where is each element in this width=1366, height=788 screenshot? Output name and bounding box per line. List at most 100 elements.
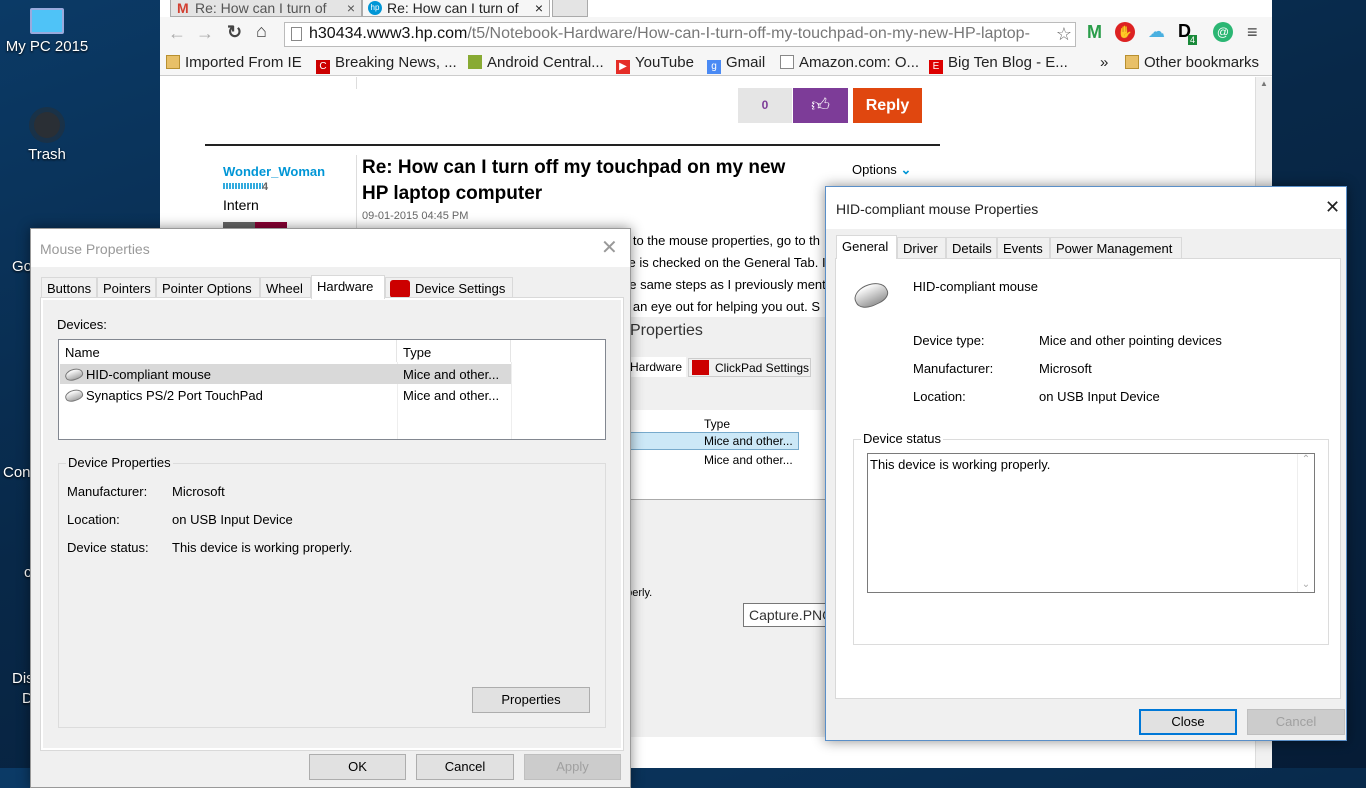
column-header-type[interactable]: Type — [397, 340, 511, 362]
bookmarks-overflow[interactable]: » — [1100, 54, 1108, 71]
post-title: Re: How can I turn off my touchpad on my… — [362, 157, 786, 204]
scrollbar[interactable]: ⌃ ⌄ — [1297, 454, 1314, 592]
close-icon[interactable]: ✕ — [1325, 197, 1340, 218]
reply-button[interactable]: Reply — [853, 88, 922, 123]
chevron-down-icon: ⌄ — [900, 162, 912, 177]
dialog-title: Mouse Properties — [40, 241, 150, 257]
desktop-icon-partial[interactable]: Con — [3, 464, 31, 481]
forward-icon[interactable]: → — [196, 23, 214, 44]
bookmarks-bar: Imported From IE C Breaking News, ... And… — [160, 51, 1272, 76]
bookmark-gmail[interactable]: g Gmail — [707, 54, 765, 74]
page-icon — [291, 27, 302, 41]
device-name: HID-compliant mouse — [913, 279, 1038, 294]
general-panel: HID-compliant mouse Device type: Mice an… — [835, 258, 1341, 699]
devices-list[interactable]: Name Type HID-compliant mouse Mice and o… — [58, 339, 606, 440]
post-date: 09-01-2015 04:45 PM — [362, 210, 469, 222]
tab-hp[interactable]: hp Re: How can I turn of × — [362, 0, 550, 17]
tab-pointers[interactable]: Pointers — [97, 277, 156, 299]
mouse-icon — [850, 277, 892, 313]
tab-details[interactable]: Details — [946, 237, 997, 259]
tab-driver[interactable]: Driver — [897, 237, 946, 259]
tab-device-settings[interactable]: Device Settings — [385, 277, 513, 299]
cancel-button[interactable]: Cancel — [416, 754, 514, 780]
bookmark-cnn[interactable]: C Breaking News, ... — [316, 54, 457, 74]
tab-hardware[interactable]: Hardware — [311, 275, 385, 299]
tab-pointer-options[interactable]: Pointer Options — [156, 277, 260, 299]
kudo-button[interactable]: 👍︎ — [793, 88, 848, 123]
google-icon: g — [707, 60, 721, 74]
apply-button[interactable]: Apply — [524, 754, 621, 780]
options-menu[interactable]: Options ⌄ — [852, 162, 911, 178]
bookmark-bigten[interactable]: E Big Ten Blog - E... — [929, 54, 1068, 74]
home-icon[interactable]: ⌂ — [256, 21, 267, 42]
device-row-selected[interactable]: HID-compliant mouse Mice and other... — [60, 364, 511, 384]
new-tab-button[interactable] — [552, 0, 588, 17]
folder-icon — [1125, 55, 1139, 69]
close-button[interactable]: Close — [1139, 709, 1237, 735]
trash-icon — [34, 112, 60, 138]
address-bar[interactable]: h30434.www3.hp.com/t5/Notebook-Hardware/… — [284, 22, 1076, 47]
bookmark-star-icon[interactable]: ☆ — [1055, 24, 1072, 45]
post-body: o to the mouse properties, go to th se is… — [622, 233, 826, 314]
bookmark-android[interactable]: Android Central... — [468, 54, 604, 71]
dialog-title: HID-compliant mouse Properties — [836, 201, 1039, 217]
bookmark-amazon[interactable]: Amazon.com: O... — [780, 54, 919, 71]
author-rank: Intern — [223, 197, 259, 213]
devices-label: Devices: — [57, 317, 107, 332]
thumbs-up-icon: 👍︎ — [811, 95, 830, 115]
rank-bar — [223, 183, 263, 189]
extension-grammarly-icon[interactable]: @ — [1213, 22, 1233, 42]
mouse-icon — [63, 366, 85, 383]
mouse-properties-dialog: Mouse Properties ✕ Buttons Pointers Poin… — [30, 228, 631, 788]
tab-gmail[interactable]: M Re: How can I turn of × — [170, 0, 362, 17]
tab-power-management[interactable]: Power Management — [1050, 237, 1182, 259]
tab-buttons[interactable]: Buttons — [41, 277, 97, 299]
author-link[interactable]: Wonder_Woman — [223, 164, 325, 179]
extension-badge: 4 — [1188, 35, 1198, 45]
rank-level: 4 — [262, 181, 269, 193]
android-icon — [468, 55, 482, 69]
desktop-icon-my-pc[interactable]: My PC 2015 — [2, 8, 92, 55]
toolbar: ← → ↻ ⌂ h30434.www3.hp.com/t5/Notebook-H… — [160, 17, 1272, 51]
close-tab-icon[interactable]: × — [535, 0, 543, 16]
synaptics-icon — [390, 280, 410, 298]
youtube-icon: ▶ — [616, 60, 630, 74]
device-properties-group: Device Properties Manufacturer: Microsof… — [58, 455, 606, 728]
desktop-icon-partial[interactable]: Go — [12, 258, 32, 275]
column-header-name[interactable]: Name — [59, 340, 397, 362]
kudos-count: 0 — [738, 88, 792, 123]
device-status-textarea[interactable]: This device is working properly. ⌃ ⌄ — [867, 453, 1315, 593]
hp-icon: hp — [368, 1, 382, 15]
divider — [205, 144, 940, 146]
reload-icon[interactable]: ↻ — [227, 22, 242, 43]
extension-mail-icon[interactable]: M — [1087, 22, 1102, 43]
bookmark-youtube[interactable]: ▶ YouTube — [616, 54, 694, 74]
folder-icon — [166, 55, 180, 69]
desktop-icon-trash[interactable]: Trash — [2, 112, 92, 163]
tab-general[interactable]: General — [836, 235, 897, 259]
close-tab-icon[interactable]: × — [347, 0, 355, 16]
device-row[interactable]: Synaptics PS/2 Port TouchPad Mice and ot… — [60, 385, 511, 405]
bookmark-imported[interactable]: Imported From IE — [166, 54, 302, 71]
tab-events[interactable]: Events — [997, 237, 1050, 259]
bookmark-other[interactable]: Other bookmarks — [1125, 54, 1259, 71]
extension-ghost-icon[interactable]: ☁ — [1148, 22, 1165, 42]
espn-icon: E — [929, 60, 943, 74]
back-icon[interactable]: ← — [168, 23, 186, 44]
menu-icon[interactable]: ≡ — [1247, 22, 1258, 43]
cancel-button[interactable]: Cancel — [1247, 709, 1345, 735]
embedded-screenshot: Properties Hardware ClickPad Settings Ty… — [620, 317, 830, 737]
properties-button[interactable]: Properties — [472, 687, 590, 713]
mouse-icon — [63, 387, 85, 404]
extension-stop-icon[interactable]: ✋ — [1115, 22, 1135, 42]
computer-icon — [30, 8, 64, 34]
device-status-group: Device status This device is working pro… — [853, 431, 1329, 645]
hid-properties-dialog: HID-compliant mouse Properties ✕ General… — [825, 186, 1347, 741]
gmail-icon: M — [177, 0, 189, 16]
synaptics-icon — [692, 360, 709, 375]
cnn-icon: C — [316, 60, 330, 74]
close-icon[interactable]: ✕ — [601, 235, 618, 260]
tab-wheel[interactable]: Wheel — [260, 277, 311, 299]
ok-button[interactable]: OK — [309, 754, 406, 780]
page-icon — [780, 55, 794, 69]
